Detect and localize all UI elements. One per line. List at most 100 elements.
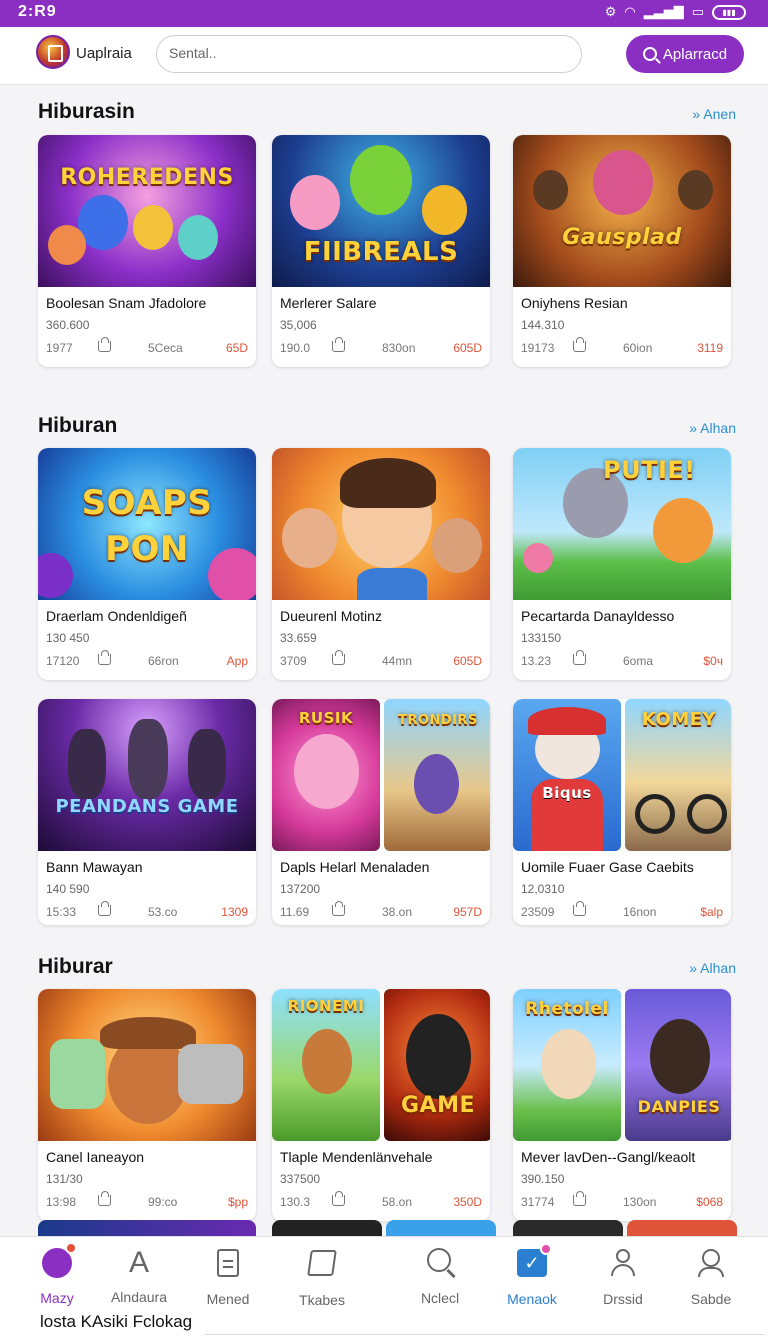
- game-stat: 23509: [521, 905, 555, 919]
- nav-item-drssid[interactable]: Drssid: [578, 1247, 668, 1307]
- game-thumbnail: FIIBREALS: [272, 135, 490, 287]
- game-art-title: FIIBREALS: [303, 237, 459, 267]
- status-time: 2:R9: [18, 3, 57, 20]
- game-card-peek[interactable]: [513, 1220, 623, 1236]
- game-price: 3119: [697, 341, 723, 355]
- nav-item-alndaura[interactable]: A Alndaura: [94, 1246, 184, 1306]
- game-art-title: PEANDANS GAME: [55, 796, 239, 817]
- home-icon: [41, 1242, 77, 1280]
- search-icon: [642, 47, 657, 61]
- game-size: 6oma: [623, 654, 654, 668]
- game-art-title: PUTIE!: [603, 456, 696, 484]
- game-thumbnail: RUSIK TRONDIRS: [272, 699, 490, 851]
- game-price: $pp: [227, 1195, 248, 1209]
- game-downloads: 144.310: [521, 318, 565, 332]
- game-title: Oniyhens Resian: [521, 295, 628, 311]
- game-thumbnail: Rhetolel DANPIES: [513, 989, 731, 1141]
- game-card[interactable]: Biqus KOMEY Uomile Fuaer Gase Caebits 12…: [513, 699, 731, 925]
- game-stat: 11.69: [280, 905, 310, 919]
- nav-item-tkabes[interactable]: Tkabes: [277, 1247, 367, 1308]
- game-art-title: Gausplad: [562, 225, 682, 250]
- game-thumbnail: ROHEREDENS: [38, 135, 256, 287]
- see-all-link[interactable]: » Alhan: [689, 960, 736, 976]
- game-thumbnail: Gausplad: [513, 135, 731, 287]
- game-downloads: 35,006: [280, 318, 317, 332]
- game-title: Boolesan Snam Jfadolore: [46, 295, 207, 311]
- game-card[interactable]: FIIBREALS Merlerer Salare 35,006 190.0 8…: [272, 135, 490, 367]
- game-card-peek[interactable]: [386, 1220, 496, 1236]
- nav-label: Alndaura: [110, 1289, 168, 1305]
- apply-button[interactable]: Aplarracd: [626, 35, 744, 73]
- game-size: 38.on: [382, 905, 413, 919]
- game-card-peek[interactable]: [272, 1220, 382, 1236]
- nav-item-mened[interactable]: Mened: [183, 1247, 273, 1307]
- search-input[interactable]: [169, 45, 569, 61]
- letter-a-icon: A: [128, 1246, 149, 1279]
- game-thumbnail: PEANDANS GAME: [38, 699, 256, 851]
- nav-item-menaok[interactable]: ✓ Menaok: [487, 1243, 577, 1307]
- game-card[interactable]: ROHEREDENS Boolesan Snam Jfadolore 360.6…: [38, 135, 256, 367]
- game-downloads: 133150: [521, 631, 562, 645]
- search-box[interactable]: [156, 35, 582, 73]
- cart-icon: [98, 901, 111, 916]
- see-all-link[interactable]: » Alhan: [689, 420, 736, 436]
- game-card-peek[interactable]: [38, 1220, 256, 1236]
- game-price: 1309: [221, 905, 248, 919]
- game-price: $068: [696, 1195, 723, 1209]
- nav-label: Nclecl: [420, 1290, 460, 1306]
- game-stat: 31774: [521, 1195, 555, 1209]
- game-price: 350D: [453, 1195, 482, 1209]
- see-all-link[interactable]: » Anen: [692, 106, 736, 122]
- sim-icon: ▭: [691, 4, 704, 19]
- game-size: 830on: [382, 341, 416, 355]
- game-size: 66ron: [148, 654, 179, 668]
- section-title: Hiburasin: [38, 100, 135, 123]
- nav-label: Sabde: [690, 1291, 732, 1307]
- nav-item-nclecl[interactable]: Nclecl: [395, 1247, 485, 1306]
- game-size: 60ion: [623, 341, 653, 355]
- app-name: Uaplraia: [76, 45, 132, 62]
- game-card[interactable]: Gausplad Oniyhens Resian 144.310 19173 6…: [513, 135, 731, 367]
- game-stat: 130.3: [280, 1195, 311, 1209]
- nav-label: Tkabes: [299, 1292, 345, 1308]
- game-title: Mever lavDen--Gangl/keaolt: [521, 1149, 696, 1165]
- game-art-title: GAME: [400, 1093, 475, 1118]
- wifi-icon: ◠: [624, 4, 636, 19]
- game-stat: 15:33: [46, 905, 77, 919]
- game-card[interactable]: SOAPS PON Draerlam Ondenldigeñ 130 450 1…: [38, 448, 256, 680]
- game-card[interactable]: Dueurenl Motinz 33.659 3709 44mn 605D: [272, 448, 490, 680]
- game-art-title: DANPIES: [637, 1097, 721, 1116]
- game-card[interactable]: Rhetolel DANPIES Mever lavDen--Gangl/kea…: [513, 989, 731, 1221]
- game-card[interactable]: PUTIE! Pecartarda Danayldesso 133150 13.…: [513, 448, 731, 680]
- cart-icon: [573, 650, 586, 665]
- game-title: Bann Mawayan: [46, 859, 143, 875]
- game-downloads: 12,0310: [521, 882, 565, 896]
- game-title: Draerlam Ondenldigeñ: [46, 608, 187, 624]
- game-art-title: TRONDIRS: [398, 713, 478, 728]
- game-title: Pecartarda Danayldesso: [521, 608, 675, 624]
- nav-label: Menaok: [507, 1291, 557, 1307]
- profile-icon: [695, 1249, 727, 1281]
- nav-item-home[interactable]: Mazy: [12, 1242, 102, 1306]
- cart-icon: [332, 901, 345, 916]
- game-card[interactable]: RIONEMI GAME Tlaple Mendenlänvehale 3375…: [272, 989, 490, 1221]
- game-card[interactable]: RUSIK TRONDIRS Dapls Helarl Menaladen 13…: [272, 699, 490, 925]
- app-header: Uaplraia Aplarracd: [0, 27, 768, 85]
- game-thumbnail: [272, 448, 490, 600]
- nav-label: Drssid: [603, 1291, 643, 1307]
- status-bar: 2:R9 ⚙ ◠ ▂▃▅▇ ▭ ▮▮▮: [0, 0, 768, 27]
- app-logo[interactable]: [36, 35, 70, 69]
- nav-item-sabde[interactable]: Sabde: [666, 1247, 756, 1307]
- game-card-peek[interactable]: [627, 1220, 737, 1236]
- game-thumbnail: SOAPS PON: [38, 448, 256, 600]
- game-size: 58.on: [382, 1195, 413, 1209]
- game-card[interactable]: PEANDANS GAME Bann Mawayan 140 590 15:33…: [38, 699, 256, 925]
- nav-label: Mened: [206, 1291, 250, 1307]
- game-size: 130on: [623, 1195, 657, 1209]
- game-art-title: Biqus: [542, 784, 592, 802]
- game-downloads: 390.150: [521, 1172, 565, 1186]
- game-size: 5Ceca: [148, 341, 183, 355]
- game-card[interactable]: Canel Ianeayon 131/30 13:98 99:co $pp: [38, 989, 256, 1221]
- tag-icon: [306, 1250, 338, 1282]
- cart-icon: [98, 1191, 111, 1206]
